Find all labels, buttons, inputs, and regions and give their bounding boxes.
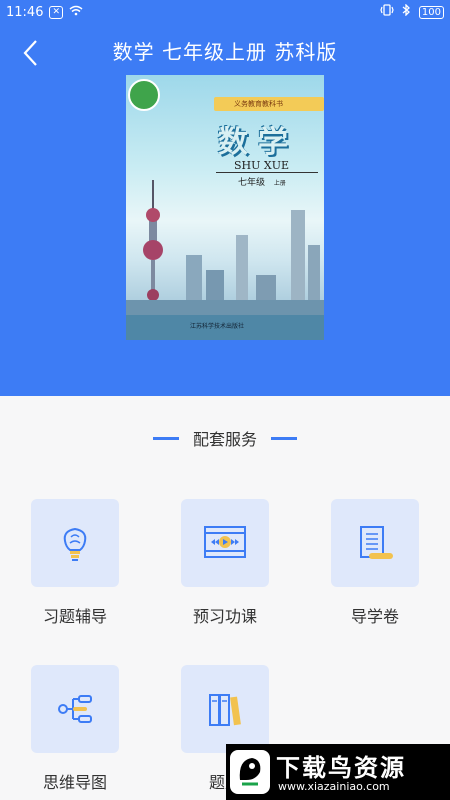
service-tile[interactable] <box>31 499 119 587</box>
mind-map-icon <box>58 695 92 723</box>
series-band: 义务教育教科书 <box>214 97 324 111</box>
page-title: 数学 七年级上册 苏科版 <box>112 40 338 64</box>
video-player-icon <box>204 526 246 558</box>
chevron-left-icon <box>23 40 37 66</box>
watermark-title: 下载鸟资源 <box>276 754 406 782</box>
service-mind-map[interactable]: 思维导图 <box>15 665 135 793</box>
service-label: 导学卷 <box>350 607 399 626</box>
book-cover[interactable]: 义务教育教科书 数学 SHU XUE 七年级 上册 江苏科学技术出版社 <box>126 75 324 340</box>
header: 数学 七年级上册 苏科版 义务教育教科书 数学 SHU XUE 七年级 上册 江… <box>0 24 450 396</box>
section-divider-left <box>152 436 179 440</box>
skyline-illustration <box>126 180 324 340</box>
cover-publisher: 江苏科学技术出版社 <box>190 323 245 330</box>
service-label: 预习功课 <box>192 607 257 626</box>
service-tile[interactable] <box>31 665 119 753</box>
service-tile[interactable] <box>331 499 419 587</box>
service-label: 习题辅导 <box>42 607 107 626</box>
service-preview-lesson[interactable]: 预习功课 <box>165 499 285 627</box>
bluetooth-icon <box>402 3 411 20</box>
edition-badge <box>128 79 160 111</box>
back-button[interactable] <box>20 38 44 68</box>
cover-subject: 数学 <box>218 125 298 160</box>
clock: 11:46 <box>6 4 44 20</box>
service-label: 思维导图 <box>42 773 107 792</box>
cover-rule <box>216 172 318 173</box>
service-exercise-help[interactable]: 习题辅导 <box>15 499 135 627</box>
service-tile[interactable] <box>181 665 269 753</box>
vibrate-icon <box>380 4 394 20</box>
watermark-url: www.xiazainiao.com <box>278 780 390 793</box>
lightbulb-brain-icon <box>63 527 87 561</box>
wifi-icon <box>69 5 83 20</box>
scroll-document-icon <box>360 526 393 559</box>
section-divider-right <box>271 436 297 440</box>
section-header: 配套服务 <box>0 426 450 450</box>
status-bar: 11:46 ✕ 100 <box>0 0 450 24</box>
service-study-guide[interactable]: 导学卷 <box>315 499 435 627</box>
watermark-logo <box>230 750 270 794</box>
notification-icon: ✕ <box>49 5 64 19</box>
books-icon <box>209 694 241 726</box>
watermark: 下载鸟资源 www.xiazainiao.com <box>226 744 450 800</box>
service-tile[interactable] <box>181 499 269 587</box>
section-title: 配套服务 <box>192 430 257 449</box>
cover-pinyin: SHU XUE <box>234 159 290 172</box>
battery-indicator: 100 <box>418 5 444 19</box>
